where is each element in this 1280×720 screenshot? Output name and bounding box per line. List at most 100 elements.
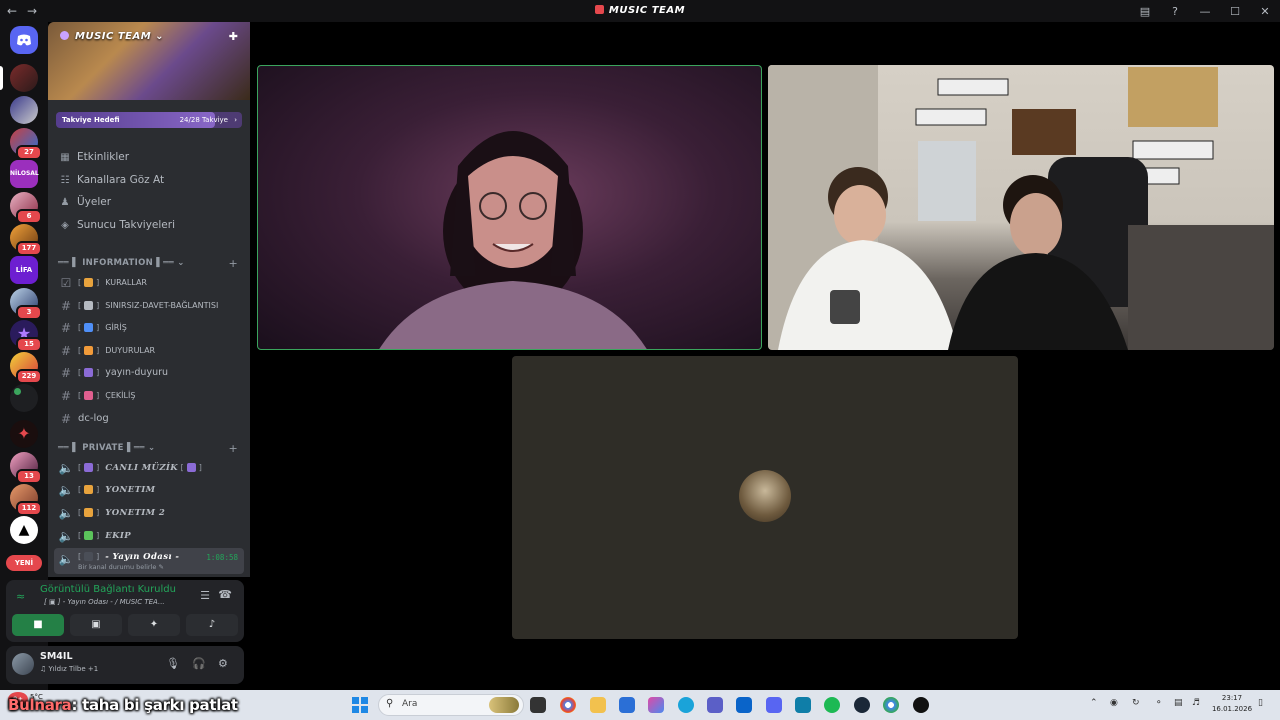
video-tile[interactable] <box>768 65 1274 350</box>
guild-name[interactable]: MUSIC TEAM ⌄ <box>60 31 164 42</box>
channel-giveaway[interactable]: # [] ÇEKİLİŞ <box>54 385 244 406</box>
notifications-icon[interactable]: ▯ <box>1258 698 1263 708</box>
server-icon[interactable]: 3 <box>10 288 42 320</box>
hash-icon: # <box>60 343 72 358</box>
new-unreads-badge[interactable]: YENİ <box>6 555 42 571</box>
store-icon[interactable] <box>619 697 635 713</box>
mention-badge: 177 <box>16 241 42 256</box>
edge-icon[interactable] <box>678 697 694 713</box>
server-icon[interactable]: 6 <box>10 192 42 224</box>
minimize-button[interactable]: — <box>1190 5 1220 18</box>
server-icon[interactable]: 177 <box>10 224 42 256</box>
discord-home-icon[interactable] <box>10 26 38 54</box>
voice-channel-yayin-odasi[interactable]: 🔈 [] - Yayın Odası - 1:08:58 Bir kanal durum… <box>54 548 244 574</box>
chevron-down-icon: ⌄ <box>155 31 165 42</box>
channel-invite-link[interactable]: # [] SINIRSIZ-DAVET-BAĞLANTISI <box>54 295 244 316</box>
file-explorer-icon[interactable] <box>590 697 606 713</box>
bracket: ] <box>198 463 202 472</box>
channel-stream-announcements[interactable]: # [] yayın-duyuru <box>54 362 244 383</box>
voice-channel-yonetim-2[interactable]: 🔈 [] YONETIM 2 <box>54 502 244 523</box>
hash-icon: # <box>60 411 72 426</box>
chevron-up-icon[interactable]: ⌃ <box>1090 698 1098 708</box>
soundboard-button[interactable]: ♪ <box>186 614 238 636</box>
add-channel-icon[interactable]: + <box>228 442 238 455</box>
windows-start-icon[interactable] <box>352 697 368 713</box>
teams-icon[interactable] <box>707 697 723 713</box>
channel-login[interactable]: # [] GİRİŞ <box>54 317 244 338</box>
channel-status-hint[interactable]: Bir kanal durumu belirle ✎ <box>78 563 164 571</box>
category-private[interactable]: ══ ▌ PRIVATE ▌══ ⌄ + <box>58 440 242 456</box>
server-icon[interactable] <box>10 384 38 412</box>
invite-people-icon[interactable]: ✚ <box>229 30 238 43</box>
server-icon[interactable] <box>10 96 38 124</box>
guild-banner[interactable]: MUSIC TEAM ⌄ ✚ <box>48 22 250 100</box>
username[interactable]: SM4IL <box>40 651 73 662</box>
security-icon[interactable]: ◉ <box>1110 698 1118 708</box>
emoji-icon <box>84 508 94 517</box>
gear-icon[interactable]: ⚙ <box>218 657 228 670</box>
spotify-icon[interactable] <box>824 697 840 713</box>
server-icon[interactable]: ▲ <box>10 516 38 544</box>
inbox-icon[interactable]: ▤ <box>1130 5 1160 18</box>
outlook-icon[interactable] <box>736 697 752 713</box>
nav-events[interactable]: ▦ Etkinlikler <box>58 147 129 167</box>
server-icon[interactable]: 112 <box>10 484 42 516</box>
channel-announcements[interactable]: # [] DUYURULAR <box>54 340 244 361</box>
nav-browse-channels[interactable]: ☷ Kanallara Göz At <box>58 170 165 190</box>
server-icon[interactable]: LİFA <box>10 256 38 284</box>
headphones-icon[interactable]: 🎧 <box>192 657 206 670</box>
channel-label: YONETIM <box>105 484 156 495</box>
task-view-icon[interactable] <box>530 697 546 713</box>
steam-icon[interactable] <box>854 697 870 713</box>
microphone-icon[interactable]: 🎙 <box>166 657 180 670</box>
server-icon[interactable]: ★ 15 <box>10 320 42 352</box>
server-icon[interactable] <box>10 64 38 92</box>
boost-goal-bar[interactable]: Takviye Hedefi 24/28 Takviye › <box>56 112 242 128</box>
maximize-button[interactable]: ☐ <box>1220 5 1250 18</box>
chrome-profile-icon[interactable] <box>883 697 899 713</box>
obs-icon[interactable] <box>913 697 929 713</box>
camera-button[interactable]: ■ <box>12 614 64 636</box>
chrome-icon[interactable] <box>560 697 576 713</box>
server-icon[interactable]: ✦ <box>10 420 38 448</box>
nav-server-boosts[interactable]: ◈ Sunucu Takviyeleri <box>58 215 175 235</box>
taskbar-search[interactable]: ⚲ Ara <box>378 694 524 716</box>
voice-channel-canli-muzik[interactable]: 🔈 [] CANLI MÜZİK [] <box>54 457 244 478</box>
nav-label: Üyeler <box>77 196 112 208</box>
emoji-icon <box>84 346 94 355</box>
noise-suppression-icon[interactable]: ☰ <box>200 589 210 602</box>
video-tile-speaking[interactable] <box>257 65 762 350</box>
server-icon[interactable]: 229 <box>10 352 42 384</box>
server-icon[interactable]: 13 <box>10 452 42 484</box>
calendar-icon: ▦ <box>60 151 70 163</box>
voice-channel-path[interactable]: [ ▣ ] - Yayın Odası - / MUSIC TEA... <box>44 598 165 606</box>
help-icon[interactable]: ? <box>1160 5 1190 18</box>
voice-channel-yonetim[interactable]: 🔈 [] YONETIM <box>54 479 244 500</box>
volume-icon[interactable]: ♬ <box>1192 698 1200 708</box>
channel-dc-log[interactable]: # dc-log <box>54 408 244 429</box>
video-tile-camera-off[interactable] <box>512 356 1018 639</box>
disconnect-icon[interactable]: ☎ <box>218 588 232 601</box>
discord-taskbar-icon[interactable] <box>766 697 782 713</box>
sync-icon[interactable]: ↻ <box>1132 698 1140 708</box>
microphone-tray-icon[interactable]: ⚬ <box>1155 698 1163 708</box>
category-information[interactable]: ══ ▌ INFORMATION ▌══ ⌄ + <box>58 255 242 271</box>
copilot-icon[interactable] <box>648 697 664 713</box>
voice-channel-ekip[interactable]: 🔈 [] EKIP <box>54 525 244 546</box>
nav-members[interactable]: ♟ Üyeler <box>58 192 112 212</box>
bracket: [ <box>180 463 184 472</box>
server-icon[interactable]: 27 <box>10 128 42 160</box>
network-icon[interactable]: ▤ <box>1174 698 1183 708</box>
add-channel-icon[interactable]: + <box>228 257 238 270</box>
voice-status[interactable]: Görüntülü Bağlantı Kuruldu <box>40 584 176 595</box>
video-feed <box>379 131 647 349</box>
channel-rules[interactable]: ☑ [] KURALLAR <box>54 272 244 293</box>
avatar[interactable] <box>12 653 34 675</box>
signal-icon[interactable]: ≈ <box>16 590 25 603</box>
screen-share-button[interactable]: ▣ <box>70 614 122 636</box>
close-button[interactable]: ✕ <box>1250 5 1280 18</box>
server-icon[interactable]: NİLOSAL <box>10 160 39 188</box>
remote-desktop-icon[interactable] <box>795 697 811 713</box>
activities-button[interactable]: ✦ <box>128 614 180 636</box>
taskbar-clock[interactable]: 23:17 16.01.2026 <box>1210 693 1254 715</box>
